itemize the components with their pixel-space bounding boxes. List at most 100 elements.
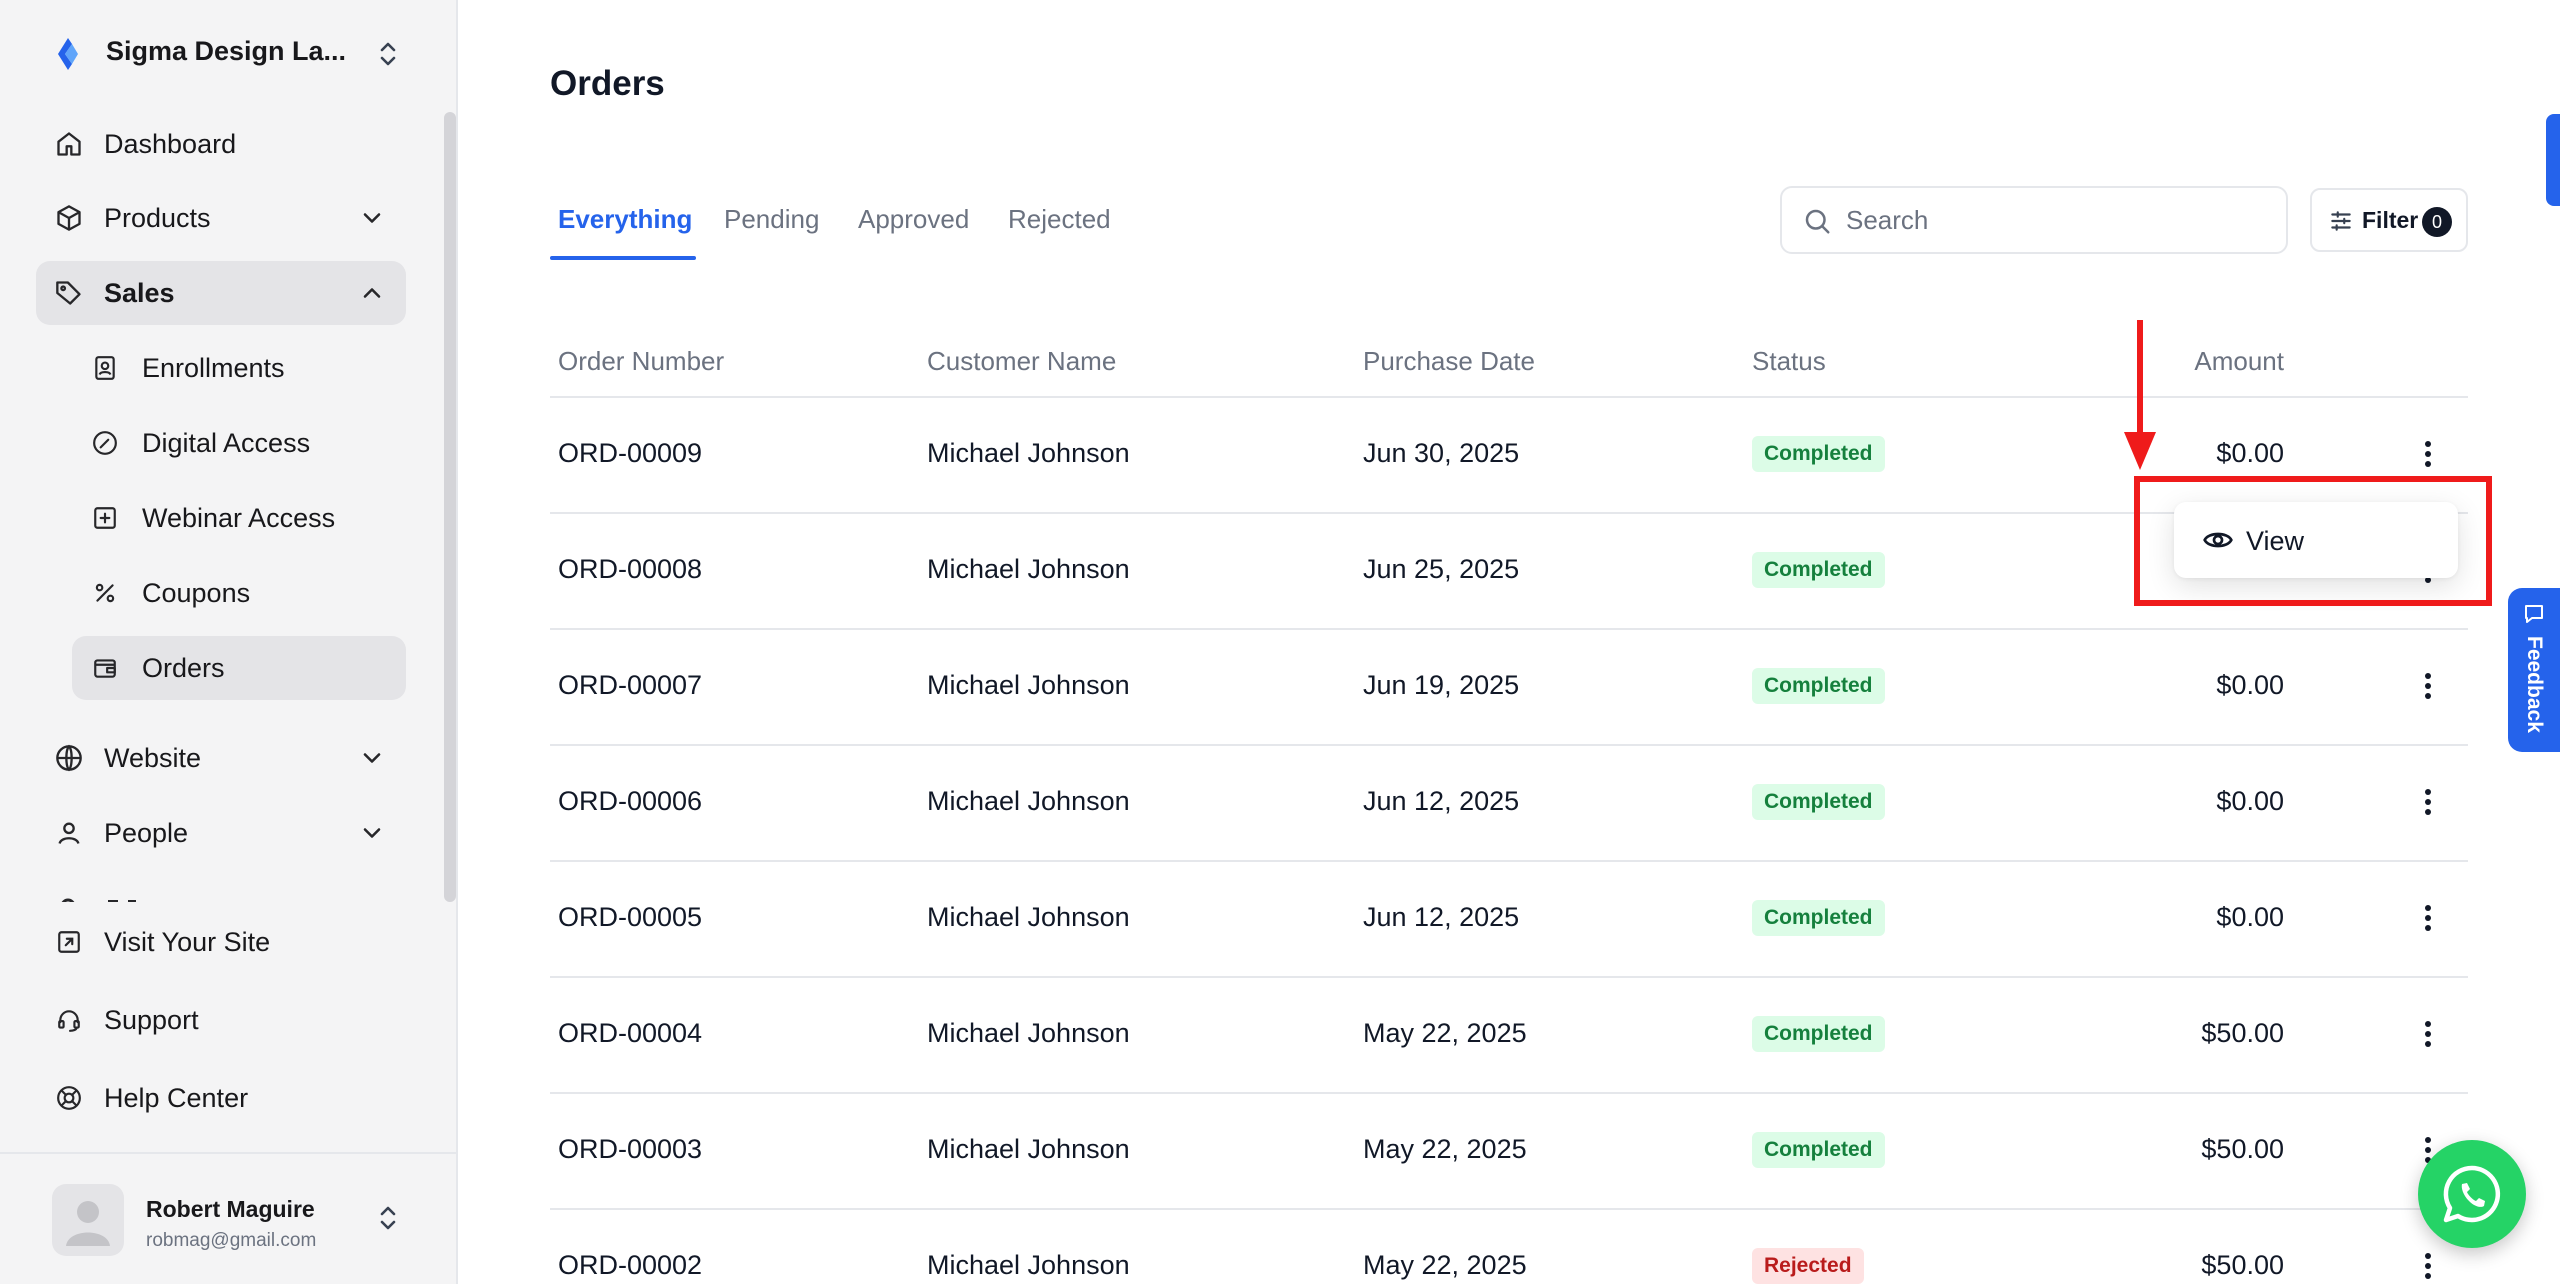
- purchase-date-cell: Jun 19, 2025: [1363, 670, 1520, 700]
- status-badge: Completed: [1752, 1016, 1885, 1052]
- sidebar-item-website[interactable]: Website: [36, 726, 406, 790]
- search-input[interactable]: [1846, 198, 2266, 242]
- column-header-purchase-date[interactable]: Purchase Date: [1363, 346, 1535, 377]
- table-row[interactable]: ORD-00006 Michael Johnson Jun 12, 2025 Comp…: [550, 746, 2468, 862]
- sidebar-item-enrollments[interactable]: Enrollments: [72, 336, 406, 400]
- customer-name-cell: Michael Johnson: [927, 1134, 1130, 1164]
- sidebar-item-sales[interactable]: Sales: [36, 261, 406, 325]
- sidebar-item-people[interactable]: People: [36, 801, 406, 865]
- more-actions-icon[interactable]: [2412, 434, 2444, 474]
- filter-count-badge: 0: [2422, 207, 2452, 237]
- status-badge: Completed: [1752, 436, 1885, 472]
- sidebar-item-label: Orders: [142, 652, 225, 683]
- row-action-menu: View: [2174, 502, 2458, 578]
- filter-button[interactable]: Filter 0: [2310, 188, 2468, 252]
- visit-site-label: Visit Your Site: [104, 926, 271, 957]
- box-icon: [54, 203, 84, 233]
- column-header-customer-name[interactable]: Customer Name: [927, 346, 1116, 377]
- sidebar-item-label: Sales: [104, 277, 175, 308]
- column-header-amount[interactable]: Amount: [2194, 346, 2284, 377]
- sidebar-item-digital-access[interactable]: Digital Access: [72, 411, 406, 475]
- sidebar-item-label: Dashboard: [104, 128, 237, 159]
- customer-name-cell: Michael Johnson: [927, 1018, 1130, 1048]
- user-name: Robert Maguire: [146, 1196, 315, 1222]
- status-badge: Completed: [1752, 1132, 1885, 1168]
- annotation-arrow: [2124, 320, 2156, 470]
- order-number-cell[interactable]: ORD-00007: [558, 670, 702, 701]
- help-center-label: Help Center: [104, 1082, 249, 1113]
- order-number-cell[interactable]: ORD-00004: [558, 1018, 702, 1049]
- table-row[interactable]: ORD-00009 Michael Johnson Jun 30, 2025 Comp…: [550, 398, 2468, 514]
- table-row[interactable]: ORD-00002 Michael Johnson May 22, 2025 Reje…: [550, 1210, 2468, 1284]
- filter-label: Filter: [2362, 207, 2419, 233]
- tab-everything[interactable]: Everything: [558, 204, 692, 235]
- status-badge: Completed: [1752, 784, 1885, 820]
- sidebar-item-products[interactable]: Products: [36, 186, 406, 250]
- support-link[interactable]: Support: [36, 988, 406, 1052]
- side-edge-tab[interactable]: [2546, 114, 2560, 206]
- workspace-switcher[interactable]: Sigma Design La...: [0, 0, 456, 108]
- sidebar-item-dashboard[interactable]: Dashboard: [36, 112, 406, 176]
- customer-name-cell: Michael Johnson: [927, 786, 1130, 816]
- purchase-date-cell: Jun 12, 2025: [1363, 786, 1520, 816]
- feedback-tab[interactable]: Feedback: [2508, 588, 2560, 752]
- sidebar-item-label: Enrollments: [142, 352, 285, 383]
- amount-cell: $50.00: [2201, 1018, 2284, 1048]
- amount-cell: $50.00: [2201, 1134, 2284, 1164]
- view-order-menu-item[interactable]: View: [2174, 502, 2458, 578]
- view-label: View: [2246, 526, 2305, 556]
- sidebar-item-orders[interactable]: Orders: [72, 636, 406, 700]
- whatsapp-button[interactable]: [2418, 1140, 2526, 1248]
- status-badge: Rejected: [1752, 1248, 1864, 1284]
- page-title: Orders: [550, 64, 665, 103]
- order-number-cell[interactable]: ORD-00002: [558, 1250, 702, 1281]
- tag-icon: [54, 278, 84, 308]
- column-header-order-number[interactable]: Order Number: [558, 346, 724, 377]
- table-row[interactable]: ORD-00003 Michael Johnson May 22, 2025 Comp…: [550, 1094, 2468, 1210]
- sidebar-scrollbar-thumb[interactable]: [444, 112, 456, 902]
- more-actions-icon[interactable]: [2412, 1246, 2444, 1284]
- plus-square-icon: [90, 503, 120, 533]
- order-number-cell[interactable]: ORD-00009: [558, 438, 702, 469]
- order-number-cell[interactable]: ORD-00005: [558, 902, 702, 933]
- tab-approved[interactable]: Approved: [858, 204, 969, 235]
- purchase-date-cell: May 22, 2025: [1363, 1134, 1527, 1164]
- customer-name-cell: Michael Johnson: [927, 554, 1130, 584]
- purchase-date-cell: Jun 30, 2025: [1363, 438, 1520, 468]
- order-number-cell[interactable]: ORD-00003: [558, 1134, 702, 1165]
- search-box: [1780, 186, 2288, 254]
- clipped-nav-item: [58, 896, 178, 902]
- table-row[interactable]: ORD-00004 Michael Johnson May 22, 2025 Comp…: [550, 978, 2468, 1094]
- lifebuoy-icon: [54, 1083, 84, 1113]
- tab-pending[interactable]: Pending: [724, 204, 819, 235]
- customer-name-cell: Michael Johnson: [927, 902, 1130, 932]
- amount-cell: $50.00: [2201, 1250, 2284, 1280]
- table-row[interactable]: ORD-00005 Michael Johnson Jun 12, 2025 Comp…: [550, 862, 2468, 978]
- chevron-down-icon: [358, 744, 386, 772]
- order-number-cell[interactable]: ORD-00006: [558, 786, 702, 817]
- user-account-switcher[interactable]: Robert Maguire robmag@gmail.com: [0, 1152, 456, 1284]
- chevrons-up-down-icon: [374, 1202, 402, 1234]
- more-actions-icon[interactable]: [2412, 666, 2444, 706]
- more-actions-icon[interactable]: [2412, 1014, 2444, 1054]
- chevron-down-icon: [358, 819, 386, 847]
- sidebar-scrollbar[interactable]: [444, 112, 456, 902]
- globe-icon: [54, 743, 84, 773]
- feedback-label: Feedback: [2523, 636, 2546, 733]
- column-header-status[interactable]: Status: [1752, 346, 1826, 377]
- percent-icon: [90, 578, 120, 608]
- sidebar-item-label: Products: [104, 202, 211, 233]
- table-row[interactable]: ORD-00007 Michael Johnson Jun 19, 2025 Comp…: [550, 630, 2468, 746]
- avatar: [52, 1184, 124, 1256]
- more-actions-icon[interactable]: [2412, 898, 2444, 938]
- gauge-icon: [90, 428, 120, 458]
- help-center-link[interactable]: Help Center: [36, 1066, 406, 1130]
- sidebar-item-label: People: [104, 817, 189, 848]
- sidebar-item-webinar-access[interactable]: Webinar Access: [72, 486, 406, 550]
- more-actions-icon[interactable]: [2412, 782, 2444, 822]
- sidebar-item-coupons[interactable]: Coupons: [72, 561, 406, 625]
- tab-rejected[interactable]: Rejected: [1008, 204, 1111, 235]
- order-number-cell[interactable]: ORD-00008: [558, 554, 702, 585]
- sidebar-item-label: Webinar Access: [142, 502, 336, 533]
- visit-site-link[interactable]: Visit Your Site: [36, 910, 406, 974]
